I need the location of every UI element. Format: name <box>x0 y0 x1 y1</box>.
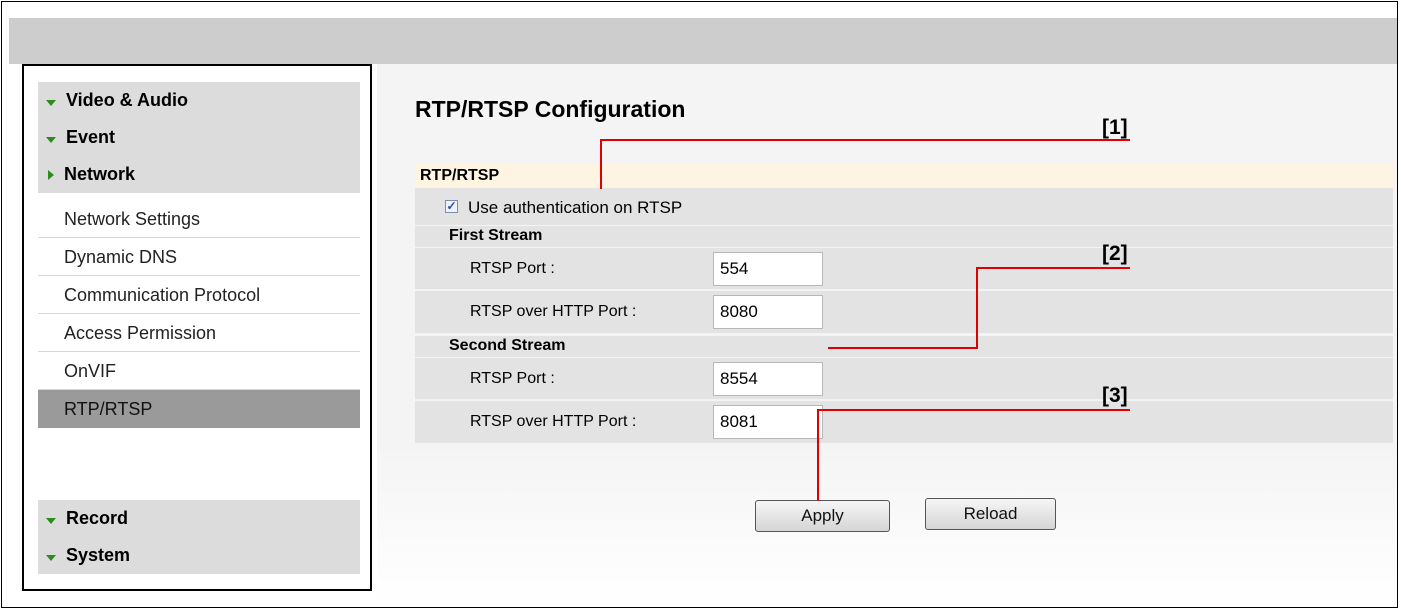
callout-line <box>817 409 819 501</box>
sidebar: Video & Audio Event Network Network Sett… <box>22 64 372 591</box>
expand-arrow-icon <box>46 554 56 561</box>
callout-line <box>977 267 1130 269</box>
second-stream-http-port-row: RTSP over HTTP Port : 8081 <box>415 401 1393 443</box>
first-rtsp-port-input[interactable]: 554 <box>713 252 823 286</box>
expand-arrow-icon <box>46 517 56 524</box>
rtsp-over-http-port-label: RTSP over HTTP Port : <box>470 303 637 320</box>
callout-label: [2] <box>1102 242 1128 265</box>
use-auth-checkbox[interactable]: ✓ <box>445 200 458 213</box>
callout-label: [3] <box>1102 384 1128 407</box>
sidebar-item-dynamic-dns[interactable]: Dynamic DNS <box>38 238 360 276</box>
second-stream-rtsp-port-row: RTSP Port : 8554 <box>415 358 1393 400</box>
apply-button[interactable]: Apply <box>755 500 890 532</box>
rtsp-port-label: RTSP Port : <box>470 370 555 387</box>
sidebar-item-rtp-rtsp[interactable]: RTP/RTSP <box>38 390 360 428</box>
callout-line <box>976 267 978 349</box>
sidebar-item-communication-protocol[interactable]: Communication Protocol <box>38 276 360 314</box>
sidebar-item-onvif[interactable]: OnVIF <box>38 352 360 390</box>
sidebar-category-system[interactable]: System <box>38 537 360 574</box>
category-label: System <box>66 545 131 565</box>
sidebar-bottom-categories: Record System <box>38 500 360 574</box>
sidebar-category-network[interactable]: Network <box>38 156 360 193</box>
sidebar-top-categories: Video & Audio Event Network <box>38 82 360 193</box>
first-stream-header: First Stream <box>415 226 1393 247</box>
callout-line <box>601 139 1130 141</box>
first-stream-title: First Stream <box>449 227 543 244</box>
second-rtsp-port-input[interactable]: 8554 <box>713 362 823 396</box>
sidebar-category-event[interactable]: Event <box>38 119 360 156</box>
callout-line <box>818 409 1130 411</box>
section-header-rtp-rtsp: RTP/RTSP <box>415 164 1393 187</box>
rtsp-port-label: RTSP Port : <box>470 260 555 277</box>
collapse-arrow-icon <box>48 169 54 180</box>
sidebar-category-video-audio[interactable]: Video & Audio <box>38 82 360 119</box>
callout-label: [1] <box>1102 116 1128 139</box>
first-http-port-input[interactable]: 8080 <box>713 295 823 329</box>
callout-line <box>600 139 602 189</box>
category-label: Video & Audio <box>66 90 189 110</box>
reload-button[interactable]: Reload <box>925 498 1056 530</box>
category-label: Record <box>66 508 129 528</box>
sidebar-category-record[interactable]: Record <box>38 500 360 537</box>
second-http-port-input[interactable]: 8081 <box>713 405 823 439</box>
sidebar-item-network-settings[interactable]: Network Settings <box>38 200 360 238</box>
rtsp-over-http-port-label: RTSP over HTTP Port : <box>470 413 637 430</box>
use-auth-label: Use authentication on RTSP <box>468 198 683 217</box>
category-label: Network <box>64 164 136 184</box>
sidebar-network-submenu: Network Settings Dynamic DNS Communicati… <box>38 200 360 428</box>
first-stream-rtsp-port-row: RTSP Port : 554 <box>415 248 1393 290</box>
second-stream-title: Second Stream <box>449 337 566 354</box>
callout-line <box>828 347 978 349</box>
auth-row: ✓ Use authentication on RTSP <box>415 188 1393 225</box>
top-header-bar <box>9 18 1397 64</box>
page-title: RTP/RTSP Configuration <box>415 96 686 122</box>
expand-arrow-icon <box>46 136 56 143</box>
sidebar-item-access-permission[interactable]: Access Permission <box>38 314 360 352</box>
first-stream-http-port-row: RTSP over HTTP Port : 8080 <box>415 291 1393 333</box>
category-label: Event <box>66 127 116 147</box>
expand-arrow-icon <box>46 99 56 106</box>
